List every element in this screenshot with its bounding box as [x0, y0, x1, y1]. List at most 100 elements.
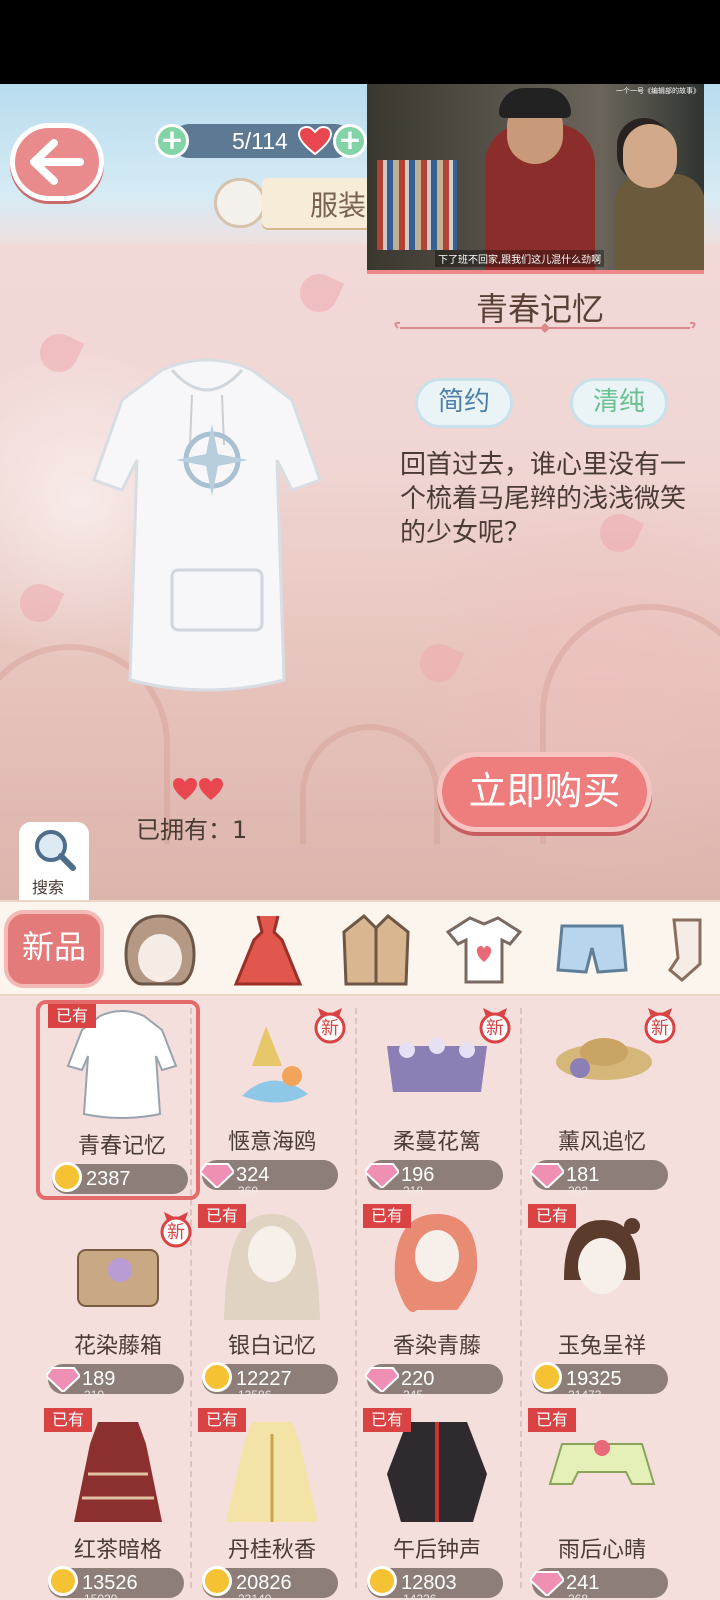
item-card[interactable]: 已有 丹桂秋香 20826 23140 — [190, 1408, 354, 1600]
video-person-hat — [499, 88, 571, 118]
owned-badge: 已有 — [198, 1408, 246, 1432]
owned-badge: 已有 — [528, 1204, 576, 1228]
tag-simple: 简约 — [415, 378, 513, 428]
item-original-price: 202 — [568, 1184, 589, 1198]
video-bookshelf — [377, 160, 457, 250]
search-label: 搜索 — [32, 878, 65, 897]
category-new[interactable]: 新品 — [4, 910, 104, 988]
new-badge-label: 新 — [486, 1018, 504, 1039]
petal — [413, 637, 465, 689]
item-card[interactable]: 新花染藤箱 189 210 — [36, 1204, 200, 1404]
background-arch — [300, 724, 440, 844]
add-currency-button[interactable]: + — [333, 124, 367, 158]
item-card[interactable]: 新柔蔓花篱 196 218 — [355, 1000, 519, 1200]
item-name: 玉兔呈祥 — [557, 1334, 646, 1359]
video-caption: 下了班不回家,跟我们这儿混什么劲啊 — [435, 250, 605, 267]
diamond-icon — [530, 1571, 564, 1596]
diamond-icon — [200, 1163, 234, 1188]
category-bar: 新品 — [0, 900, 720, 996]
item-original-price: 210 — [84, 1388, 105, 1402]
new-badge-label: 新 — [321, 1018, 339, 1039]
owned-badge: 已有 — [44, 1408, 92, 1432]
item-original-price: 268 — [568, 1592, 589, 1600]
item-name: 柔蔓花篱 — [392, 1130, 481, 1155]
new-badge-label: 新 — [651, 1018, 669, 1039]
item-original-price: 218 — [403, 1184, 424, 1198]
stamina-value: 5/114 — [232, 128, 288, 154]
video-overlay[interactable]: 一个一号《编辑部的故事》 下了班不回家,跟我们这儿混什么劲啊 — [367, 84, 704, 274]
coin-icon — [202, 1362, 232, 1392]
owned-badge: 已有 — [363, 1408, 411, 1432]
item-name: 香染青藤 — [392, 1334, 481, 1359]
hearts-icon — [173, 778, 223, 800]
heart-icon — [298, 126, 332, 156]
tag-pure: 清纯 — [570, 378, 668, 428]
item-name: 红茶暗格 — [73, 1538, 162, 1563]
item-original-price: 14226 — [403, 1592, 437, 1600]
diamond-icon — [365, 1163, 399, 1188]
item-card[interactable]: 已有 玉兔呈祥 19325 21473 — [520, 1204, 684, 1404]
item-name: 惬意海鸥 — [227, 1130, 316, 1155]
diamond-icon — [365, 1367, 399, 1392]
medal-icon — [214, 178, 266, 228]
ornament-divider — [394, 321, 696, 333]
item-name: 银白记忆 — [227, 1334, 316, 1359]
owned-badge: 已有 — [48, 1004, 96, 1028]
owned-badge: 已有 — [528, 1408, 576, 1432]
item-card[interactable]: 已有 银白记忆 12227 13586 — [190, 1204, 354, 1404]
video-credit: 一个一号《编辑部的故事》 — [616, 87, 700, 95]
buy-now-button[interactable]: 立即购买 — [437, 752, 652, 832]
petal — [293, 267, 345, 319]
diamond-icon — [530, 1163, 564, 1188]
item-card[interactable]: 已有青春记忆 2387 — [36, 1000, 200, 1200]
item-card[interactable]: 已有 午后钟声 12803 14226 — [355, 1408, 519, 1600]
item-price: 2387 — [86, 1168, 131, 1190]
item-name: 青春记忆 — [77, 1134, 166, 1159]
item-name: 薰风追忆 — [557, 1130, 646, 1155]
video-progress — [367, 270, 704, 274]
item-card[interactable]: 新薰风追忆 181 202 — [520, 1000, 684, 1200]
item-name: 花染藤箱 — [73, 1334, 162, 1359]
owned-badge: 已有 — [198, 1204, 246, 1228]
owned-badge: 已有 — [363, 1204, 411, 1228]
item-original-price: 360 — [238, 1184, 259, 1198]
petal — [33, 327, 85, 379]
video-person-woman-head — [623, 124, 677, 188]
hoodie-dress-preview — [92, 358, 322, 692]
costume-tab[interactable]: 服装 — [262, 178, 372, 228]
coin-icon — [367, 1566, 397, 1596]
shorts-icon[interactable] — [552, 910, 632, 990]
diamond-icon — [46, 1367, 80, 1392]
petal — [13, 577, 65, 629]
back-button[interactable] — [10, 123, 104, 201]
coin-icon — [532, 1362, 562, 1392]
search-button[interactable]: 搜索 — [19, 822, 89, 900]
item-original-price: 15029 — [84, 1592, 118, 1600]
hair-icon[interactable] — [120, 910, 200, 990]
status-bar — [0, 0, 720, 84]
tshirt-icon[interactable] — [444, 910, 524, 990]
item-original-price: 245 — [403, 1388, 424, 1402]
item-original-price: 13586 — [238, 1388, 272, 1402]
add-stamina-button[interactable]: + — [155, 124, 189, 158]
socks-icon[interactable] — [660, 910, 720, 990]
item-card[interactable]: 新惬意海鸥 324 360 — [190, 1000, 354, 1200]
coat-icon[interactable] — [336, 910, 416, 990]
item-card[interactable]: 已有 雨后心晴 241 268 — [520, 1408, 684, 1600]
coin-icon — [48, 1566, 78, 1596]
item-original-price: 21473 — [568, 1388, 602, 1402]
coin-icon — [202, 1566, 232, 1596]
item-name: 午后钟声 — [392, 1538, 481, 1563]
costume-tab-label: 服装 — [310, 189, 367, 222]
search-icon — [35, 830, 76, 871]
video-person-woman — [615, 174, 704, 274]
owned-count: 已拥有：1 — [136, 816, 248, 844]
item-name: 雨后心晴 — [557, 1538, 646, 1563]
item-card[interactable]: 已有 红茶暗格 13526 15029 — [36, 1408, 200, 1600]
dress-icon[interactable] — [228, 910, 308, 990]
item-description: 回首过去，谁心里没有一个梳着马尾辫的浅浅微笑的少女呢？ — [400, 450, 687, 548]
item-card[interactable]: 已有 香染青藤 220 245 — [355, 1204, 519, 1404]
arrow-left-icon — [30, 139, 84, 185]
item-original-price: 23140 — [238, 1592, 272, 1600]
new-badge-label: 新 — [167, 1222, 185, 1243]
